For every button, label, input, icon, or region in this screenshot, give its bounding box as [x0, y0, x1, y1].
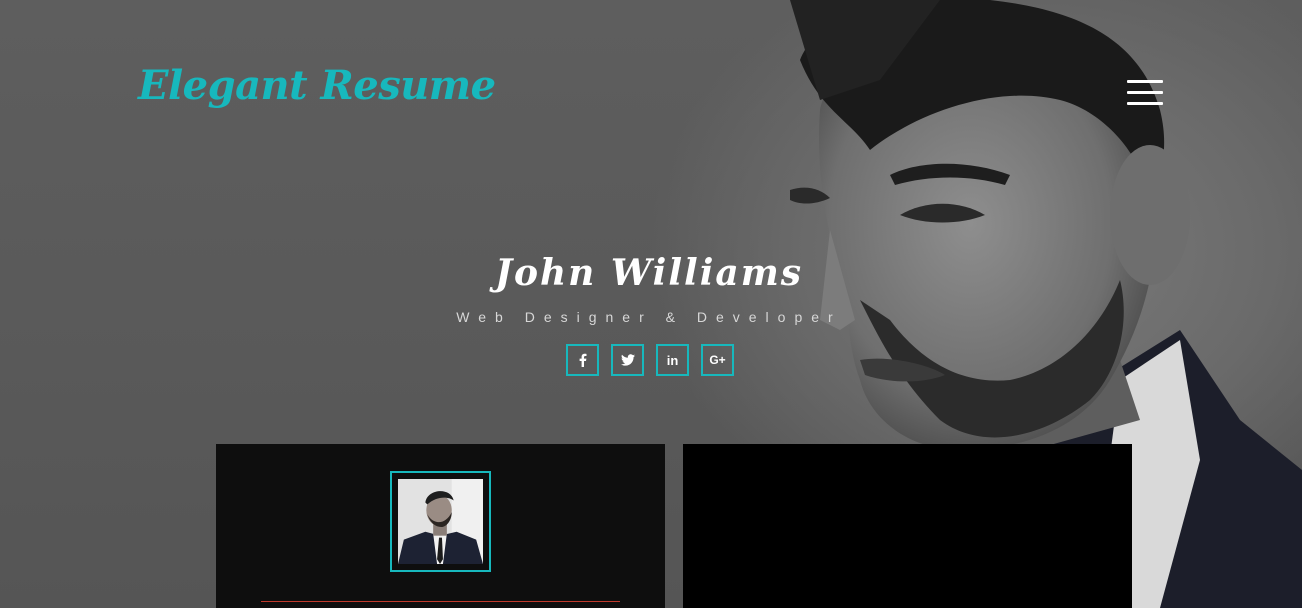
profile-card	[216, 444, 665, 608]
site-logo[interactable]: Elegant Resume	[138, 62, 496, 109]
facebook-icon[interactable]	[566, 344, 599, 376]
avatar-frame	[390, 471, 491, 572]
video-panel	[683, 444, 1132, 608]
twitter-icon[interactable]	[611, 344, 644, 376]
hamburger-menu-icon[interactable]	[1127, 80, 1163, 106]
avatar	[398, 479, 483, 564]
hero-section: Elegant Resume John Williams Web Designe…	[0, 0, 1302, 608]
profile-name: John Williams	[494, 252, 804, 294]
google-plus-icon[interactable]: G+	[701, 344, 734, 376]
social-links: in G+	[566, 344, 734, 376]
profile-role: Web Designer & Developer	[456, 309, 842, 325]
linkedin-icon[interactable]: in	[656, 344, 689, 376]
card-divider	[261, 601, 620, 602]
